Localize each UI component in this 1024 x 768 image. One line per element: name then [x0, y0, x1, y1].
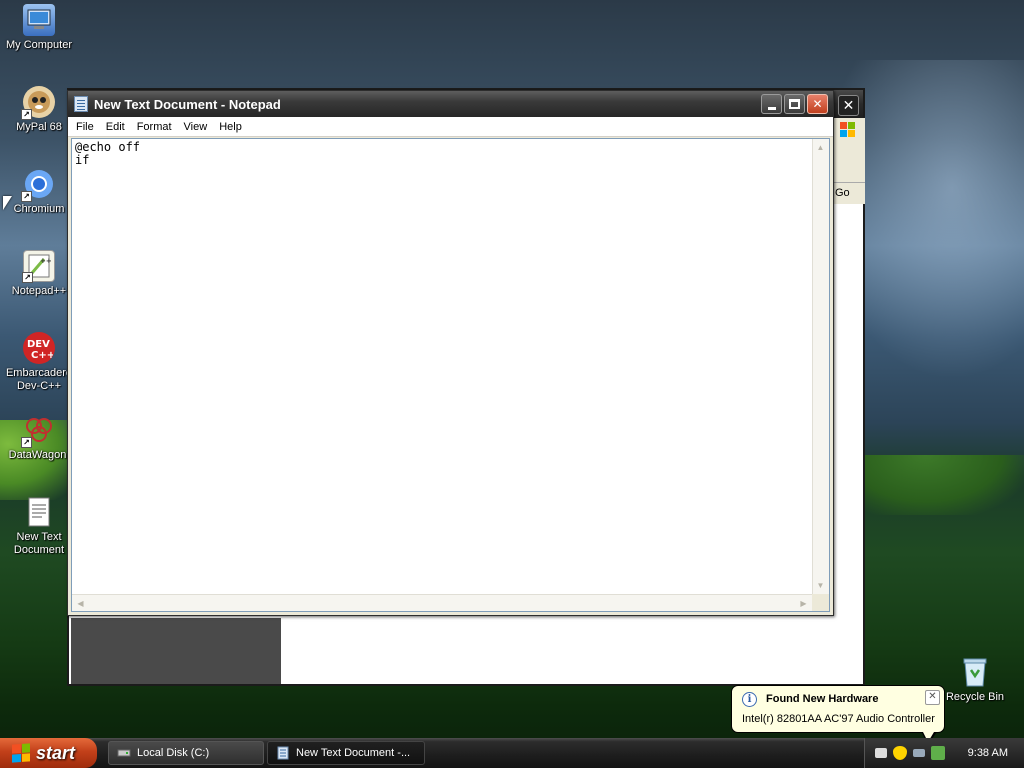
- hardware-icon[interactable]: [931, 746, 945, 760]
- keyboard-icon[interactable]: [875, 748, 887, 758]
- desktop-icon-label: Recycle Bin: [945, 691, 1005, 703]
- notepadpp-icon: ++ ↗: [22, 250, 55, 283]
- notepad-icon: [74, 96, 88, 112]
- svg-text:C++: C++: [31, 350, 53, 360]
- taskbar-button-label: New Text Document -...: [296, 747, 411, 759]
- info-icon: i: [742, 692, 757, 707]
- start-label: start: [36, 742, 76, 763]
- background-window-close-button[interactable]: ✕: [838, 95, 859, 116]
- windows-flag-icon: [839, 121, 857, 139]
- scroll-right-arrow-icon[interactable]: ▶: [795, 595, 812, 612]
- scrollbar-corner: [812, 594, 829, 611]
- maximize-button[interactable]: [784, 94, 805, 114]
- notepad-icon: [277, 746, 289, 760]
- taskbar-button-notepad[interactable]: New Text Document -...: [267, 741, 425, 765]
- svg-text:++: ++: [40, 257, 52, 265]
- go-button[interactable]: Go: [833, 182, 865, 204]
- start-button[interactable]: start: [0, 738, 97, 768]
- chromium-icon: ↗: [21, 168, 55, 202]
- scroll-up-arrow-icon[interactable]: ▲: [812, 139, 829, 156]
- menu-edit[interactable]: Edit: [100, 121, 131, 133]
- taskbar: start Local Disk (C:) New Text Document …: [0, 738, 1024, 768]
- desktop-icon-recycle-bin[interactable]: Recycle Bin: [936, 656, 1014, 704]
- taskbar-button-local-disk[interactable]: Local Disk (C:): [108, 741, 264, 765]
- drive-icon: [117, 749, 131, 757]
- close-button[interactable]: ✕: [807, 94, 828, 114]
- notepad-title: New Text Document - Notepad: [94, 96, 281, 112]
- wallpaper-hill: [860, 455, 1024, 515]
- balloon-close-button[interactable]: ✕: [925, 690, 940, 705]
- devcpp-icon: DEV C++: [23, 332, 55, 364]
- notepad-window[interactable]: New Text Document - Notepad ✕ File Edit …: [67, 90, 834, 616]
- shortcut-arrow-icon: ↗: [21, 191, 32, 202]
- network-icon[interactable]: [913, 749, 925, 757]
- text-document-icon: [23, 496, 55, 528]
- menu-view[interactable]: View: [178, 121, 214, 133]
- balloon-title: Found New Hardware: [766, 693, 879, 705]
- security-shield-icon[interactable]: [893, 746, 907, 760]
- minimize-icon: [767, 106, 776, 110]
- taskbar-button-label: Local Disk (C:): [137, 747, 210, 759]
- shortcut-arrow-icon: ↗: [22, 272, 33, 283]
- datawagon-icon: ↗: [21, 414, 55, 448]
- mouse-cursor-icon: [3, 196, 12, 210]
- background-window-panel: [71, 618, 281, 684]
- svg-text:DEV: DEV: [27, 339, 50, 350]
- editor-content[interactable]: @echo off if: [75, 141, 811, 593]
- horizontal-scrollbar[interactable]: ◀ ▶: [72, 594, 812, 611]
- minimize-button[interactable]: [761, 94, 782, 114]
- hardware-notification-balloon[interactable]: i Found New Hardware Intel(r) 82801AA AC…: [731, 685, 945, 745]
- clock[interactable]: 9:38 AM: [968, 747, 1024, 759]
- balloon-message: Intel(r) 82801AA AC'97 Audio Controller: [742, 713, 935, 725]
- window-controls: ✕: [761, 94, 828, 114]
- text-editor-area[interactable]: @echo off if ▲ ▼ ◀ ▶: [71, 138, 830, 612]
- desktop-icon-my-computer[interactable]: My Computer: [0, 4, 78, 52]
- menu-file[interactable]: File: [70, 121, 100, 133]
- notepad-titlebar[interactable]: New Text Document - Notepad ✕: [68, 91, 833, 117]
- computer-icon: [23, 4, 55, 36]
- system-tray: 9:38 AM: [864, 738, 1024, 768]
- shortcut-arrow-icon: ↗: [21, 109, 32, 120]
- desktop-icon-label: My Computer: [5, 39, 73, 51]
- mypal-icon: ↗: [21, 86, 55, 120]
- shortcut-arrow-icon: ↗: [21, 437, 32, 448]
- windows-logo-icon: [12, 743, 30, 763]
- menu-bar: File Edit Format View Help: [68, 117, 833, 137]
- vertical-scrollbar[interactable]: ▲ ▼: [812, 139, 829, 594]
- menu-help[interactable]: Help: [213, 121, 248, 133]
- maximize-icon: [789, 99, 800, 109]
- scroll-down-arrow-icon[interactable]: ▼: [812, 577, 829, 594]
- recycle-bin-icon: [959, 656, 991, 688]
- scroll-left-arrow-icon[interactable]: ◀: [72, 595, 89, 612]
- menu-format[interactable]: Format: [131, 121, 178, 133]
